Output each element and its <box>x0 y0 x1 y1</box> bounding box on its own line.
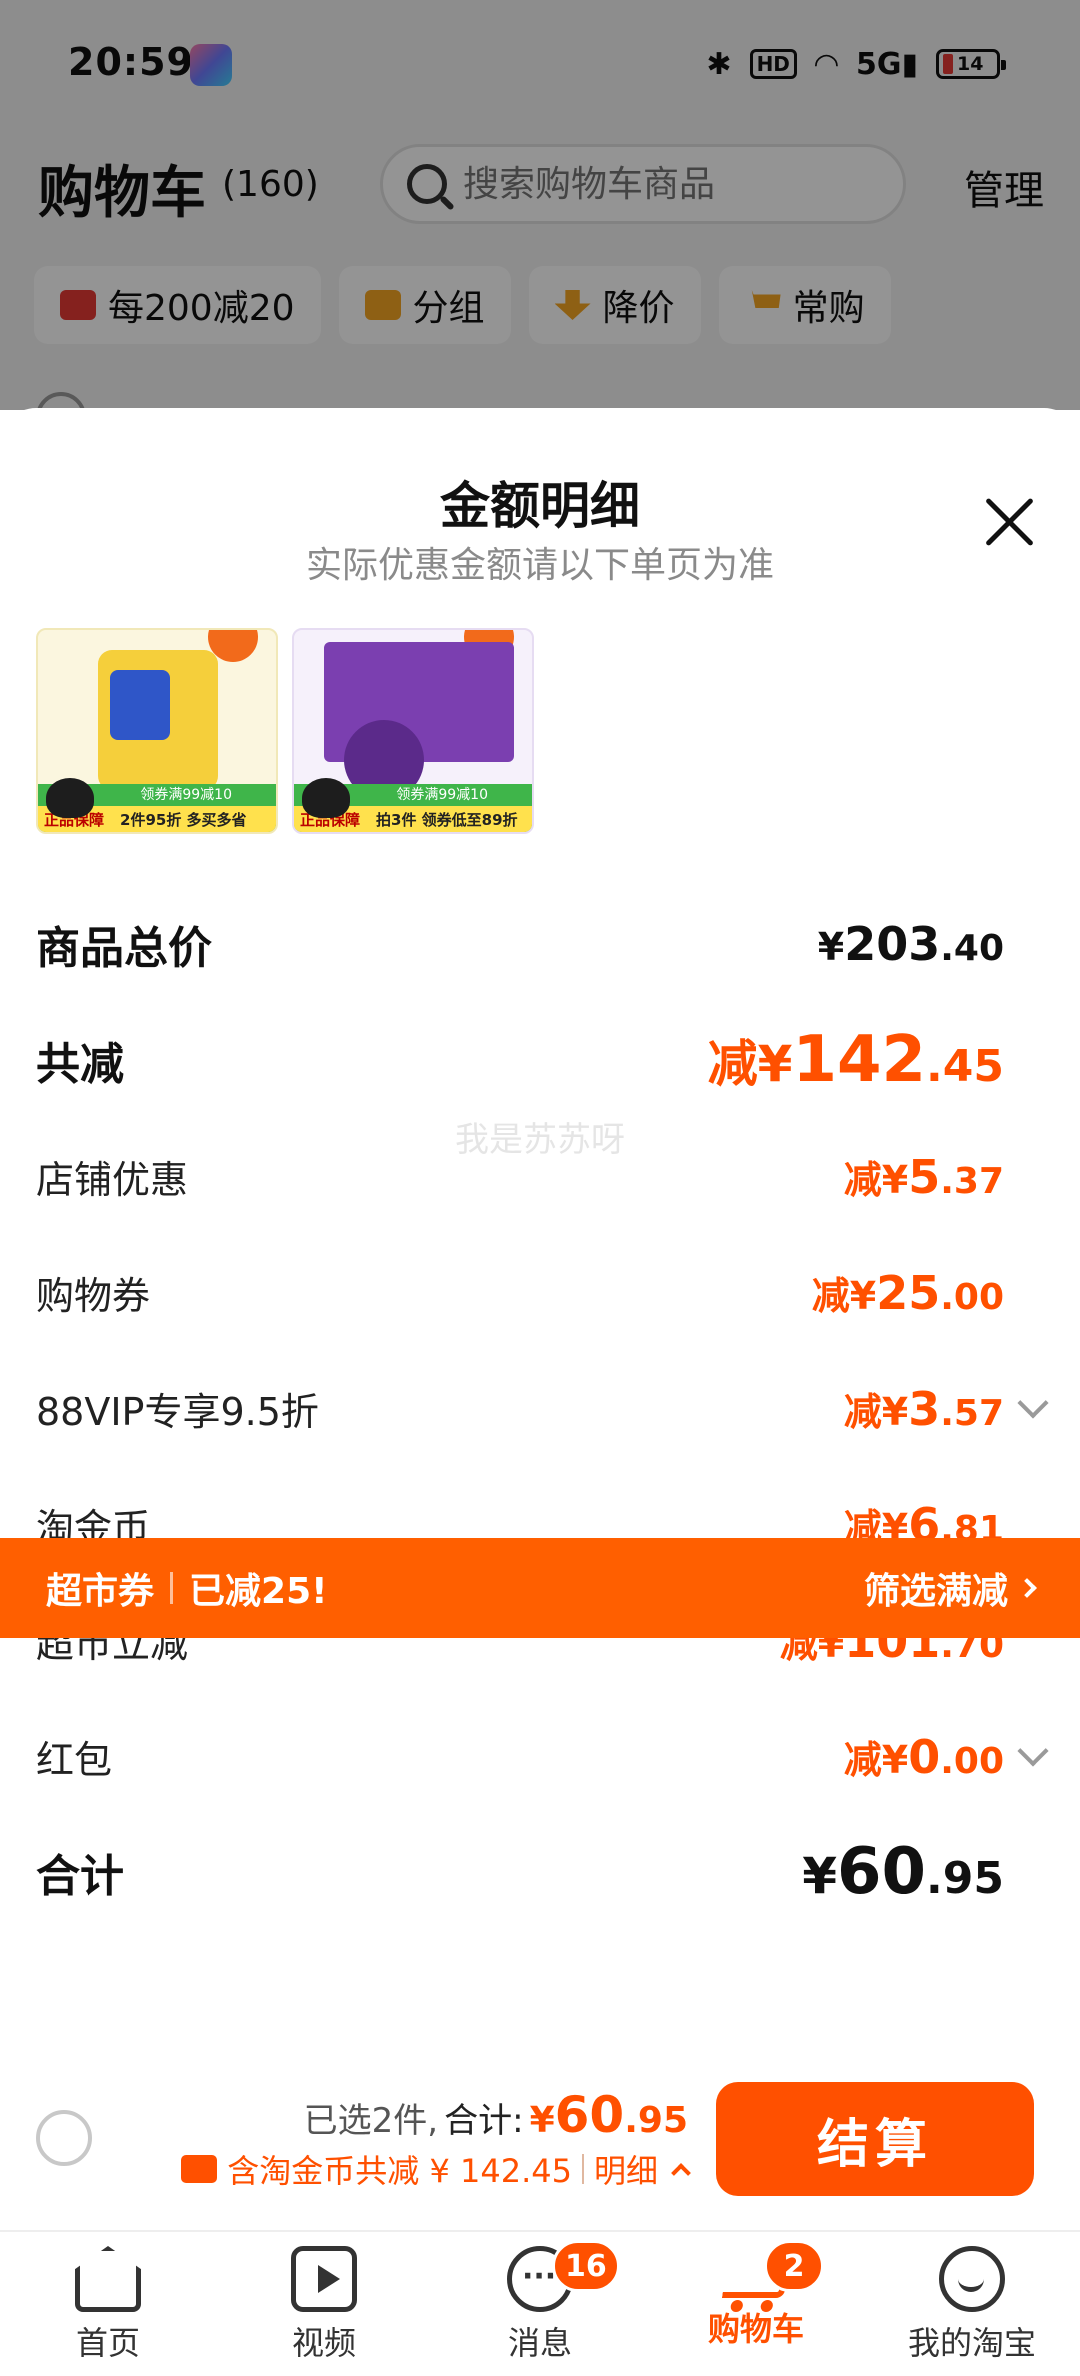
value-prefix: ¥ <box>817 925 845 969</box>
total-dec: .95 <box>624 2100 688 2141</box>
tab-label: 购物车 <box>707 2310 804 2348</box>
tab-home[interactable]: 首页 <box>0 2232 216 2376</box>
row-total-discount: 共减 减¥ 142.45 <box>36 1020 1044 1100</box>
promo-info: 超市券 已减25! <box>46 1562 328 1614</box>
tab-cart[interactable]: 2 购物车 <box>648 2232 864 2376</box>
promo-tag: 2件95折 多买多省 <box>120 810 247 829</box>
value-prefix: 减¥ <box>843 1389 909 1434</box>
home-icon <box>75 2246 141 2312</box>
product-thumbnail[interactable]: 领券满99减10 正品保障 拍3件 领券低至89折 <box>292 628 534 834</box>
row-value: 减¥ 3.57 <box>844 1381 1004 1436</box>
row-red-packet[interactable]: 红包 减¥ 0.00 <box>36 1716 1049 1796</box>
sheet-subtitle: 实际优惠金额请以下单页为准 <box>305 545 774 586</box>
chevron-down-icon[interactable] <box>1017 1735 1049 1767</box>
video-icon <box>291 2246 357 2312</box>
promo-tag: 拍3件 领券低至89折 <box>376 810 518 829</box>
row-shopping-coupon: 购物券 减¥ 25.00 <box>36 1252 1044 1332</box>
promo-bar[interactable]: 超市券 已减25! 筛选满减 <box>0 1538 1080 1638</box>
tab-messages[interactable]: 16 消息 <box>432 2232 648 2376</box>
value-int: 142 <box>792 1023 927 1097</box>
selected-count: 已选2件, <box>303 2101 439 2141</box>
value-int: 3 <box>908 1381 941 1436</box>
tmall-cat-icon <box>302 778 350 818</box>
checkout-button[interactable]: 结算 <box>716 2082 1034 2196</box>
row-label: 红包 <box>36 1737 113 1782</box>
close-icon[interactable] <box>982 494 1038 550</box>
discount-text: 含淘金币共减 ¥ 142.45 <box>227 2152 572 2190</box>
total-value: ¥60.95 <box>530 2086 688 2144</box>
sheet-title: 金额明细 <box>440 477 640 535</box>
promo-saved-label: 已减25! <box>189 1571 328 1612</box>
value-prefix: ¥ <box>802 1847 837 1905</box>
cart-badge: 2 <box>764 2240 824 2292</box>
row-label: 共减 <box>36 1039 124 1090</box>
chevron-down-icon[interactable] <box>1017 1387 1049 1419</box>
product-thumbnails: 领券满99减10 正品保障 2件95折 多买多省 领券满99减10 正品保障 拍… <box>36 628 534 834</box>
row-value: 减¥ 25.00 <box>812 1265 1004 1320</box>
row-value: 减¥ 0.00 <box>844 1729 1004 1784</box>
divider <box>581 2154 584 2184</box>
coin-coupon-icon <box>181 2155 218 2183</box>
value-int: 60 <box>836 1835 927 1909</box>
product-image-label <box>110 670 170 740</box>
row-store-discount: 店铺优惠 减¥ 5.37 <box>36 1136 1044 1216</box>
value-dec: .00 <box>940 1276 1004 1318</box>
row-88vip[interactable]: 88VIP专享9.5折 减¥ 3.57 <box>36 1368 1049 1448</box>
value-int: 0 <box>908 1729 941 1784</box>
tab-label: 视频 <box>291 2324 356 2362</box>
bottom-tab-bar: 首页 视频 16 消息 2 购物车 我的淘宝 <box>0 2230 1080 2376</box>
value-dec: .95 <box>926 1853 1004 1904</box>
row-label: 88VIP专享9.5折 <box>36 1389 319 1434</box>
tab-label: 我的淘宝 <box>907 2324 1036 2362</box>
select-all-radio[interactable] <box>36 2110 92 2166</box>
value-dec: .40 <box>940 928 1004 969</box>
value-dec: .57 <box>940 1392 1004 1434</box>
promo-coupon-label: 超市券 <box>46 1571 155 1612</box>
checkout-bar: 已选2件, 合计: ¥60.95 含淘金币共减 ¥ 142.45 明细 结算 <box>0 2046 1080 2230</box>
value-dec: .00 <box>940 1740 1004 1782</box>
row-value: 减¥ 5.37 <box>844 1149 1004 1204</box>
row-label: 商品总价 <box>36 923 212 974</box>
value-dec: .45 <box>926 1041 1004 1092</box>
tmall-cat-icon <box>46 778 94 818</box>
row-value: ¥60.95 <box>802 1835 1004 1909</box>
value-dec: .37 <box>940 1160 1004 1202</box>
row-label: 合计 <box>36 1851 124 1902</box>
profile-icon <box>939 2246 1005 2312</box>
tab-profile[interactable]: 我的淘宝 <box>864 2232 1080 2376</box>
row-grand-total: 合计 ¥60.95 <box>36 1832 1044 1912</box>
tab-video[interactable]: 视频 <box>216 2232 432 2376</box>
value-prefix: 减¥ <box>707 1035 793 1093</box>
tab-label: 首页 <box>75 2324 140 2362</box>
detail-link[interactable]: 明细 <box>594 2146 658 2192</box>
total-int: 60 <box>554 2086 625 2144</box>
modal-overlay[interactable] <box>0 0 1080 410</box>
tab-label: 消息 <box>507 2324 572 2362</box>
row-subtotal: 商品总价 ¥203.40 <box>36 904 1044 984</box>
total-prefix: ¥ <box>529 2100 555 2141</box>
row-label: 购物券 <box>36 1273 151 1318</box>
value-int: 25 <box>876 1265 941 1320</box>
promo-divider <box>170 1572 174 1604</box>
value-prefix: 减¥ <box>811 1273 877 1318</box>
chevron-up-icon <box>671 2163 691 2183</box>
unread-badge: 16 <box>552 2240 620 2292</box>
row-value: 减¥ 142.45 <box>708 1023 1004 1097</box>
product-thumbnail[interactable]: 领券满99减10 正品保障 2件95折 多买多省 <box>36 628 278 834</box>
value-prefix: 减¥ <box>843 1157 909 1202</box>
value-prefix: 减¥ <box>843 1737 909 1782</box>
total-label: 合计: <box>444 2101 524 2141</box>
value-int: 5 <box>908 1149 941 1204</box>
filter-discount-link[interactable]: 筛选满减 <box>863 1562 1037 1614</box>
row-value: ¥203.40 <box>818 917 1004 971</box>
row-label: 店铺优惠 <box>36 1157 189 1202</box>
value-int: 203 <box>844 917 941 971</box>
discount-summary[interactable]: 含淘金币共减 ¥ 142.45 明细 <box>181 2146 691 2192</box>
summary-line: 已选2件, 合计: ¥60.95 <box>304 2086 688 2144</box>
chevron-right-icon <box>1017 1578 1037 1598</box>
filter-discount-label: 筛选满减 <box>863 1571 1008 1612</box>
